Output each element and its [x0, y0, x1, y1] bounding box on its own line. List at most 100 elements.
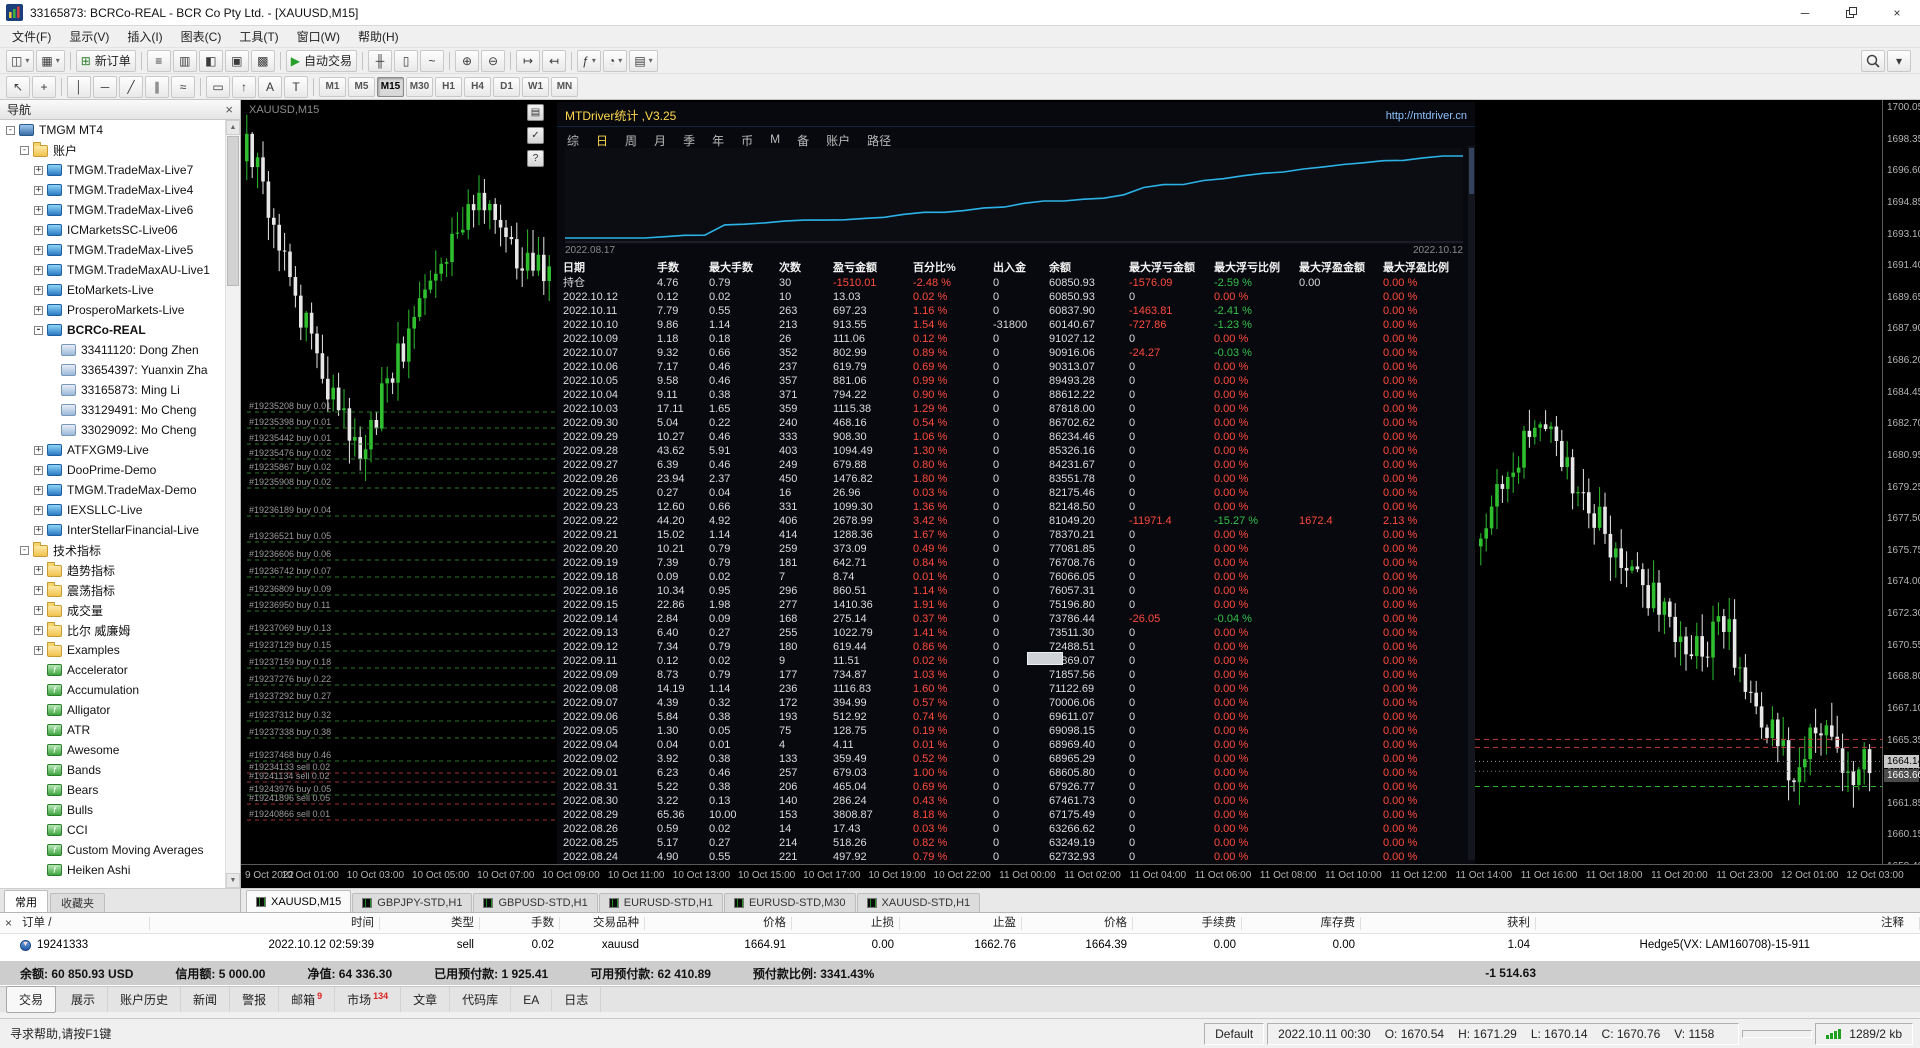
time-axis[interactable]: 9 Oct 2022 10 Oct 01:00 10 Oct 03:00 10 Oct…: [241, 864, 1920, 888]
chart-tab-gbpjpy-std-h1[interactable]: GBPJPY-STD,H1: [352, 893, 473, 912]
stats-column-header[interactable]: 余额: [1049, 260, 1129, 276]
nav-item-atfxgm9-live[interactable]: + ATFXGM9-Live: [0, 440, 225, 460]
terminal-column-header[interactable]: 注释: [1536, 913, 1920, 934]
stats-panel-apply-button[interactable]: ✓: [527, 127, 544, 144]
terminal-column-header[interactable]: 时间: [150, 913, 380, 934]
arrows-button[interactable]: ↑: [232, 75, 256, 98]
tree-expander[interactable]: -: [20, 545, 29, 555]
shapes-button[interactable]: ▭: [206, 75, 230, 98]
status-profile[interactable]: Default: [1204, 1022, 1265, 1045]
terminal-column-header[interactable]: 止损: [792, 913, 900, 934]
stats-column-header[interactable]: 日期: [563, 260, 657, 276]
nav-item-tmgm-mt4[interactable]: - TMGM MT4: [0, 120, 225, 140]
tree-expander[interactable]: +: [34, 625, 43, 635]
terminal-column-header[interactable]: 交易品种: [560, 913, 645, 934]
terminal-column-header[interactable]: 价格: [645, 913, 792, 934]
terminal-close-icon[interactable]: ×: [5, 916, 12, 930]
menu-item-2[interactable]: 插入(I): [118, 26, 171, 48]
overlay-menu-月[interactable]: 月: [654, 132, 666, 149]
tree-expander[interactable]: +: [34, 525, 43, 535]
tree-expander[interactable]: +: [34, 305, 43, 315]
menu-item-4[interactable]: 工具(T): [230, 26, 287, 48]
timeframe-m15-button[interactable]: M15: [377, 76, 404, 97]
crosshair-button[interactable]: +: [32, 75, 56, 98]
stats-column-header[interactable]: 最大浮盈比例: [1383, 260, 1469, 276]
data-window-button[interactable]: ▥: [172, 49, 197, 72]
stats-column-header[interactable]: 盈亏金额: [833, 260, 913, 276]
navigator-tab-收藏夹[interactable]: 收藏夹: [50, 893, 105, 912]
market-watch-button[interactable]: ≡: [146, 49, 171, 72]
text-label-button[interactable]: T: [284, 75, 308, 98]
terminal-column-header[interactable]: 类型: [380, 913, 480, 934]
fibonacci-retracement-button[interactable]: ≈: [171, 75, 195, 98]
timeframe-h1-button[interactable]: H1: [435, 76, 462, 97]
timeframe-h4-button[interactable]: H4: [464, 76, 491, 97]
overlay-menu-周[interactable]: 周: [625, 132, 637, 149]
horizontal-line-button[interactable]: ─: [93, 75, 117, 98]
nav-item-33129491-mo-cheng[interactable]: 33129491: Mo Cheng: [0, 400, 225, 420]
scroll-up-icon[interactable]: ▲: [226, 120, 240, 135]
terminal-tab-警报[interactable]: 警报: [230, 987, 280, 1012]
nav-item-etomarkets-live[interactable]: + EtoMarkets-Live: [0, 280, 225, 300]
stats-column-header[interactable]: 次数: [779, 260, 833, 276]
chart-plot[interactable]: XAUUSD,M15 ▤ ✓? MTDriver统计 ,V3.25 http://…: [241, 100, 1882, 864]
equidistant-channel-button[interactable]: ∥: [145, 75, 169, 98]
chart-tab-eurusd-std-h1[interactable]: EURUSD-STD,H1: [598, 893, 723, 912]
nav-item-cci[interactable]: f CCI: [0, 820, 225, 840]
search-button[interactable]: [1861, 49, 1885, 72]
stats-column-header[interactable]: 最大浮亏比例: [1214, 260, 1299, 276]
terminal-tab-展示[interactable]: 展示: [59, 987, 109, 1012]
nav-item-tmgm-trademax-live4[interactable]: + TMGM.TradeMax-Live4: [0, 180, 225, 200]
nav-item-33165873-ming-li[interactable]: 33165873: Ming Li: [0, 380, 225, 400]
terminal-tab-账户历史[interactable]: 账户历史: [108, 987, 182, 1012]
nav-item-tmgm-trademax-live6[interactable]: + TMGM.TradeMax-Live6: [0, 200, 225, 220]
tree-expander[interactable]: +: [34, 485, 43, 495]
timeframe-d1-button[interactable]: D1: [493, 76, 520, 97]
overlay-scrollbar[interactable]: [1468, 146, 1475, 860]
overlay-menu-账户[interactable]: 账户: [826, 132, 850, 149]
tree-expander[interactable]: +: [34, 465, 43, 475]
tree-expander[interactable]: +: [34, 165, 43, 175]
nav-item-dooprime-demo[interactable]: + DooPrime-Demo: [0, 460, 225, 480]
text-button[interactable]: A: [258, 75, 282, 98]
nav-item-33411120-dong-zhen[interactable]: 33411120: Dong Zhen: [0, 340, 225, 360]
nav-item-iexsllc-live[interactable]: + IEXSLLC-Live: [0, 500, 225, 520]
nav-item-tmgm-trademax-live7[interactable]: + TMGM.TradeMax-Live7: [0, 160, 225, 180]
profiles-button[interactable]: ▦ ▾: [36, 49, 65, 72]
nav-item-icmarketssc-live06[interactable]: + ICMarketsSC-Live06: [0, 220, 225, 240]
nav-item--[interactable]: - 技术指标: [0, 540, 225, 560]
account-summary-row[interactable]: 余额: 60 850.93 USD 信用额: 5 000.00 净值: 64 336…: [0, 961, 1920, 985]
tree-expander[interactable]: +: [34, 585, 43, 595]
terminal-column-header[interactable]: 库存费: [1242, 913, 1361, 934]
bar-chart-mode-button[interactable]: ╫: [368, 49, 393, 72]
zoom-in-button[interactable]: ⊕: [455, 49, 480, 72]
timeframe-m30-button[interactable]: M30: [406, 76, 433, 97]
terminal-tab-EA[interactable]: EA: [511, 988, 553, 1011]
terminal-column-header[interactable]: 价格: [1022, 913, 1133, 934]
terminal-column-header[interactable]: 止盈: [900, 913, 1022, 934]
menu-item-1[interactable]: 显示(V): [60, 26, 118, 48]
trendline-button[interactable]: ╱: [119, 75, 143, 98]
nav-item-interstellarfinancial-live[interactable]: + InterStellarFinancial-Live: [0, 520, 225, 540]
tree-expander[interactable]: -: [6, 125, 15, 135]
navigator-scrollbar[interactable]: ▲ ▼: [225, 120, 240, 888]
nav-item-alligator[interactable]: f Alligator: [0, 700, 225, 720]
nav-item-33654397-yuanxin-zha[interactable]: 33654397: Yuanxin Zha: [0, 360, 225, 380]
tree-expander[interactable]: -: [34, 325, 43, 335]
line-chart-mode-button[interactable]: ~: [420, 49, 445, 72]
nav-item--[interactable]: - 账户: [0, 140, 225, 160]
menu-item-3[interactable]: 图表(C): [172, 26, 231, 48]
timeframe-m1-button[interactable]: M1: [319, 76, 346, 97]
chart-shift-button[interactable]: ↤: [542, 49, 567, 72]
nav-item-tmgm-trademaxau-live1[interactable]: + TMGM.TradeMaxAU-Live1: [0, 260, 225, 280]
strategy-tester-button[interactable]: ▩: [250, 49, 275, 72]
nav-item-prosperomarkets-live[interactable]: + ProsperoMarkets-Live: [0, 300, 225, 320]
tree-expander[interactable]: +: [34, 265, 43, 275]
scroll-down-icon[interactable]: ▼: [226, 873, 240, 888]
chart-tab-gbpusd-std-h1[interactable]: GBPUSD-STD,H1: [473, 893, 598, 912]
nav-item-atr[interactable]: f ATR: [0, 720, 225, 740]
overlay-menu-备[interactable]: 备: [797, 132, 809, 149]
tree-expander[interactable]: +: [34, 245, 43, 255]
timeframe-mn-button[interactable]: MN: [551, 76, 578, 97]
terminal-column-header[interactable]: 手续费: [1133, 913, 1242, 934]
